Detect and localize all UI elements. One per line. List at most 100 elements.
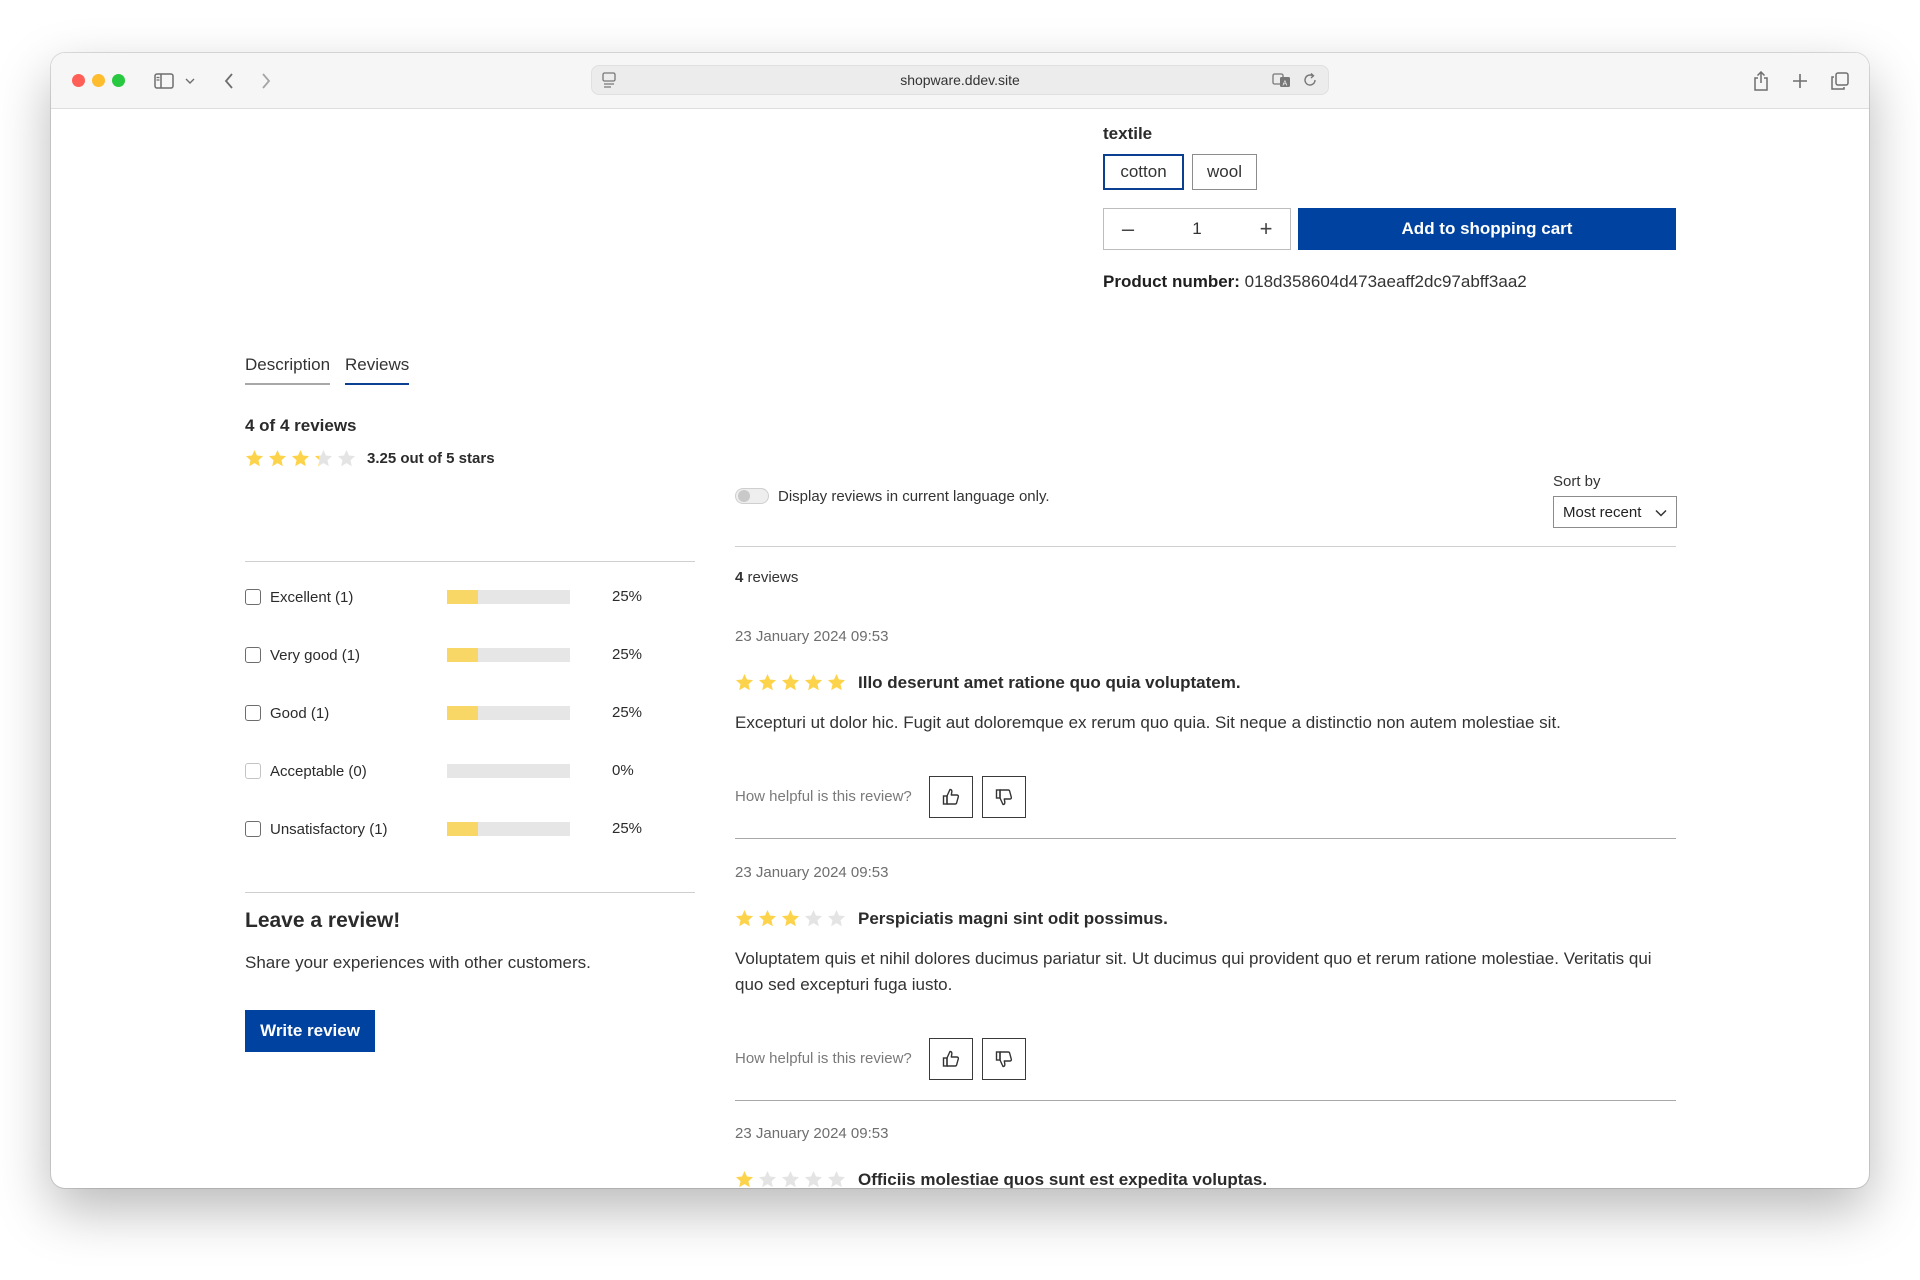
rating-bar-fill [447,590,478,604]
rating-bar-fill [447,822,478,836]
review-stars [735,673,846,692]
thumbs-down-icon [995,1051,1013,1068]
summary-divider [245,561,695,562]
thumbs-up-icon [942,788,960,805]
sort-by-label: Sort by [1553,473,1601,490]
review-date: 23 January 2024 09:53 [735,1125,889,1142]
rating-percent: 0% [612,762,634,779]
review-star-icon [827,673,846,691]
language-filter-toggle[interactable] [735,488,769,504]
review-body: Excepturi ut dolor hic. Fugit aut dolore… [735,713,1561,732]
review-star-icon [781,1170,800,1188]
rating-filter-label: Acceptable (0) [270,762,367,780]
new-tab-icon[interactable] [1788,67,1812,95]
review-body: Voluptatem quis et nihil dolores ducimus… [735,949,1652,994]
close-window-button[interactable] [72,74,85,87]
share-icon[interactable] [1749,67,1773,95]
rating-star-icon [268,449,287,467]
rating-filter-row[interactable]: Good (1) [245,703,329,723]
option-cotton[interactable]: cotton [1103,154,1184,190]
review-stars [735,909,846,928]
helpful-no-button[interactable] [982,776,1026,818]
product-number-label: Product number: [1103,272,1240,291]
add-to-cart-button[interactable]: Add to shopping cart [1298,208,1676,250]
tab-reviews[interactable]: Reviews [345,355,410,385]
review-star-icon [735,909,754,927]
sort-select-value: Most recent [1563,503,1642,521]
thumbs-up-icon [942,1050,960,1067]
helpful-yes-button[interactable] [929,1038,973,1080]
review-count-suffix: reviews [743,569,799,586]
tab-description[interactable]: Description [245,355,331,385]
quantity-decrease-button[interactable]: – [1118,218,1138,240]
rating-percent: 25% [612,588,643,605]
rating-filter-label: Very good (1) [270,646,361,664]
review-star-icon [735,1170,754,1188]
rating-star-icon [314,449,333,467]
quantity-value[interactable]: 1 [1192,219,1201,239]
review-star-icon [804,1170,823,1188]
reload-icon[interactable] [1302,72,1318,91]
rating-star-icon [245,449,264,467]
review-divider [735,838,1676,839]
rating-filter-checkbox[interactable] [245,647,261,663]
rating-filter-checkbox[interactable] [245,705,261,721]
product-number-value: 018d358604d473aeaff2dc97abff3aa2 [1239,272,1527,291]
rating-filter-row[interactable]: Acceptable (0) [245,761,367,781]
rating-bar-track [447,822,570,836]
address-bar[interactable]: shopware.ddev.site A [591,65,1329,95]
review-star-icon [758,673,777,691]
sort-select[interactable]: Most recent [1553,496,1677,528]
rating-filter-checkbox[interactable] [245,589,261,605]
rating-filter-label: Excellent (1) [270,588,354,606]
sidebar-toggle-icon[interactable] [151,67,177,95]
review-divider [735,1100,1676,1101]
rating-filter-row[interactable]: Unsatisfactory (1) [245,819,388,839]
rating-filter-checkbox[interactable] [245,763,261,779]
rating-star-icon [291,449,310,467]
review-star-icon [804,673,823,691]
tab-overview-icon[interactable] [1828,67,1852,95]
forward-arrow-icon[interactable] [256,67,276,95]
rating-percent: 25% [612,646,643,663]
leave-review-title: Leave a review! [245,909,401,932]
rating-bar-fill [447,648,478,662]
property-label: textile [1103,124,1153,143]
rating-filter-label: Unsatisfactory (1) [270,820,388,838]
rating-star-icon [337,449,356,467]
helpful-yes-button[interactable] [929,776,973,818]
svg-text:A: A [1283,80,1288,88]
rating-filter-row[interactable]: Very good (1) [245,645,360,665]
rating-filter-checkbox[interactable] [245,821,261,837]
back-arrow-icon[interactable] [219,67,239,95]
address-url: shopware.ddev.site [900,72,1020,88]
page-content: textile cotton wool – 1 + Add to shoppin… [51,110,1869,1188]
review-star-icon [827,909,846,927]
product-number: Product number: 018d358604d473aeaff2dc97… [1103,272,1527,292]
review-count: 4 reviews [735,569,798,586]
rating-bar-track [447,706,570,720]
option-wool[interactable]: wool [1192,154,1257,190]
minimize-window-button[interactable] [92,74,105,87]
review-star-icon [827,1170,846,1188]
page-settings-icon[interactable] [602,72,616,91]
review-star-icon [758,1170,777,1188]
list-header-divider [735,546,1676,547]
write-review-button[interactable]: Write review [245,1010,375,1052]
rating-filter-row[interactable]: Excellent (1) [245,587,353,607]
helpful-no-button[interactable] [982,1038,1026,1080]
quantity-increase-button[interactable]: + [1256,218,1276,240]
chevron-down-icon [1655,504,1667,521]
rating-percent: 25% [612,704,643,721]
rating-filter-label: Good (1) [270,704,330,722]
browser-window: shopware.ddev.site A textile cotton wool… [51,53,1869,1188]
chevron-down-icon[interactable] [183,67,197,95]
review-date: 23 January 2024 09:53 [735,864,889,881]
review-star-icon [735,673,754,691]
average-rating-stars [245,449,356,468]
translate-icon[interactable]: A [1272,72,1292,91]
leave-review-subtitle: Share your experiences with other custom… [245,953,591,972]
zoom-window-button[interactable] [112,74,125,87]
reviews-summary-heading: 4 of 4 reviews [245,416,357,435]
review-star-icon [804,909,823,927]
